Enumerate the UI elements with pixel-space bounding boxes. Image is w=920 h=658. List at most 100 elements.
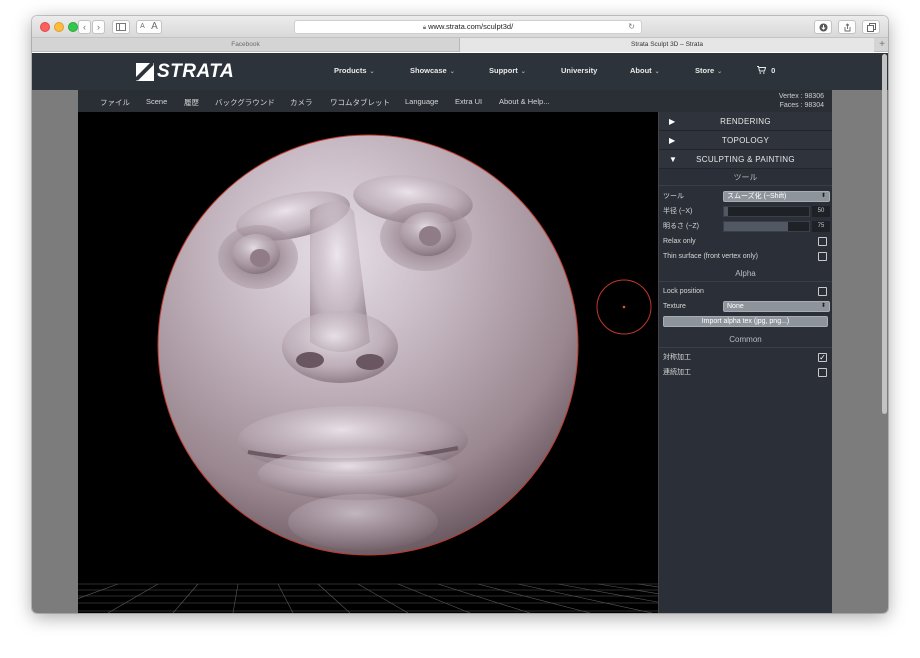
menu-background[interactable]: バックグラウンド [215,97,275,108]
reader-text-size[interactable]: A A [136,20,162,34]
triangle-right-icon: ▶ [669,117,676,126]
nav-products-label: Products [334,66,367,75]
nav-cart[interactable]: 0 [757,66,775,75]
continuous-row: 連続加工 [659,365,832,380]
sidebar-button[interactable] [112,20,130,34]
cart-count: 0 [771,66,776,75]
tab-strip: Facebook Strata Sculpt 3D – Strata + [32,38,888,52]
nav-university[interactable]: University [561,66,597,75]
page-scrollbar[interactable] [882,54,887,414]
nav-store[interactable]: Store ⌄ [695,66,722,75]
section-sculpting-painting[interactable]: ▼ SCULPTING & PAINTING [659,150,832,169]
symmetry-label: 対称加工 [663,354,691,361]
triangle-down-icon: ▼ [669,155,678,164]
menu-extra-ui[interactable]: Extra UI [455,97,482,106]
menu-scene[interactable]: Scene [146,97,167,106]
text-small-icon: A [140,23,145,30]
strata-logo-icon [136,63,154,81]
select-arrows-icon: ⬍ [820,193,826,199]
relax-checkbox[interactable] [818,237,827,246]
menu-language[interactable]: Language [405,97,438,106]
nav-university-label: University [561,66,598,75]
menu-camera[interactable]: カメラ [290,97,313,108]
back-button[interactable]: ‹ [78,20,91,34]
sculpt-app: ファイル Scene 履歴 バックグラウンド カメラ ワコムタブレット Lang… [78,90,832,613]
thin-surface-label: Thin surface (front vertex only) [663,253,758,260]
lock-position-label: Lock position [663,288,704,295]
nav-about[interactable]: About ⌄ [630,66,660,75]
share-button[interactable] [838,20,856,34]
chevron-down-icon: ⌄ [369,69,375,75]
downloads-button[interactable] [814,20,832,34]
symmetry-checkbox[interactable]: ✓ [818,353,827,362]
section-sculpting-label: SCULPTING & PAINTING [696,155,795,164]
tab-facebook[interactable]: Facebook [32,38,460,52]
cart-icon [757,66,767,74]
chevron-down-icon: ⌄ [520,69,526,75]
intensity-slider-fill [724,222,788,231]
select-arrows-icon: ⬍ [820,303,826,309]
zoom-window-button[interactable] [68,22,78,32]
radius-value[interactable]: 50 [812,206,830,217]
tool-select[interactable]: スムーズ化 (~Shift) ⬍ [723,191,830,202]
texture-select-value: None [727,303,744,310]
nav-showcase-label: Showcase [410,66,447,75]
3d-viewport[interactable] [78,112,658,613]
chevron-down-icon: ⌄ [654,69,660,75]
common-header: Common [659,331,832,348]
radius-slider-fill [724,207,729,216]
tabs-overview-button[interactable] [862,20,880,34]
floor-grid [78,583,658,613]
menu-file[interactable]: ファイル [100,97,130,108]
thin-surface-row: Thin surface (front vertex only) [659,249,832,264]
section-rendering-label: RENDERING [720,117,771,126]
address-bar[interactable]: 🔒︎ www.strata.com/sculpt3d/ ↻ [294,20,642,34]
intensity-value[interactable]: 75 [812,221,830,232]
tool-label: ツール [663,193,684,200]
triangle-right-icon: ▶ [669,136,676,145]
section-topology[interactable]: ▶ TOPOLOGY [659,131,832,150]
radius-slider[interactable] [723,206,810,217]
face-count: Faces : 98304 [779,102,824,109]
menu-wacom-tablet[interactable]: ワコムタブレット [330,97,390,108]
symmetry-row: 対称加工 ✓ [659,350,832,365]
minimize-window-button[interactable] [54,22,64,32]
relax-row: Relax only [659,234,832,249]
lock-icon: 🔒︎ [422,25,427,31]
sculpt-scene [78,134,658,613]
intensity-slider[interactable] [723,221,810,232]
menu-about-help[interactable]: About & Help... [499,97,549,106]
sidebar-icon [116,23,126,31]
radius-label: 半径 (~X) [663,208,693,215]
browser-window: ‹ › A A 🔒︎ www.strata.com/sculpt3d/ ↻ Fa… [32,16,888,613]
reload-icon[interactable]: ↻ [628,21,635,33]
close-window-button[interactable] [40,22,50,32]
thin-surface-checkbox[interactable] [818,252,827,261]
chevron-down-icon: ⌄ [449,69,455,75]
nav-support-label: Support [489,66,518,75]
nav-products[interactable]: Products ⌄ [334,66,375,75]
tool-select-value: スムーズ化 (~Shift) [727,193,787,200]
tool-row: ツール スムーズ化 (~Shift) ⬍ [659,189,832,204]
strata-logo[interactable]: STRATA [136,61,234,83]
tabs-icon [866,23,876,32]
sculpt-panel: ▶ RENDERING ▶ TOPOLOGY ▼ SCULPTING & PAI… [658,112,832,613]
import-alpha-button[interactable]: Import alpha tex (jpg, png...) [663,316,828,327]
texture-select[interactable]: None ⬍ [723,301,830,312]
continuous-checkbox[interactable] [818,368,827,377]
download-icon [819,23,827,32]
section-rendering[interactable]: ▶ RENDERING [659,112,832,131]
lock-position-row: Lock position [659,284,832,299]
tab-strata-sculpt[interactable]: Strata Sculpt 3D – Strata [460,38,874,52]
new-tab-button[interactable]: + [879,39,885,51]
menu-history[interactable]: 履歴 [184,97,199,108]
lock-position-checkbox[interactable] [818,287,827,296]
radius-row: 半径 (~X) 50 [659,204,832,219]
nav-showcase[interactable]: Showcase ⌄ [410,66,455,75]
nav-support[interactable]: Support ⌄ [489,66,526,75]
relax-label: Relax only [663,238,696,245]
site-navbar: STRATA Products ⌄ Showcase ⌄ Support ⌄ Univ… [32,53,888,90]
forward-button[interactable]: › [92,20,105,34]
intensity-label: 明るさ (~Z) [663,223,699,230]
chevron-right-icon: › [97,22,100,32]
